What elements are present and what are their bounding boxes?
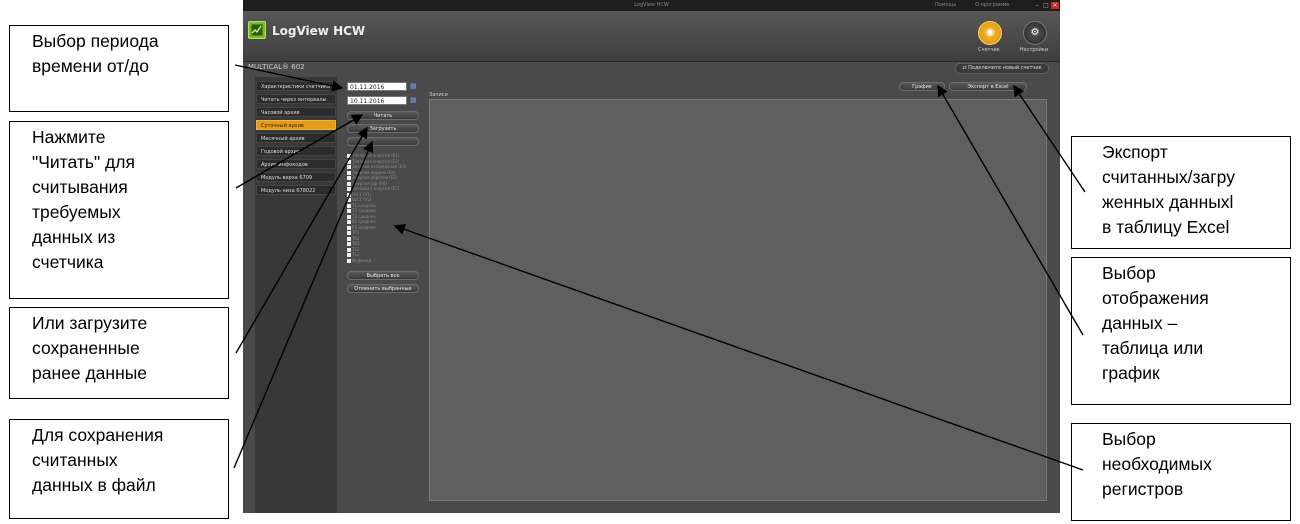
arrow-export — [1013, 84, 1086, 193]
arrow-read — [235, 114, 364, 189]
arrow-period — [234, 64, 344, 92]
arrow-view — [937, 84, 1084, 336]
annotation-arrows — [233, 64, 1086, 471]
arrow-load — [235, 126, 368, 354]
arrow-registers — [393, 223, 1084, 471]
arrow-save — [233, 140, 374, 469]
